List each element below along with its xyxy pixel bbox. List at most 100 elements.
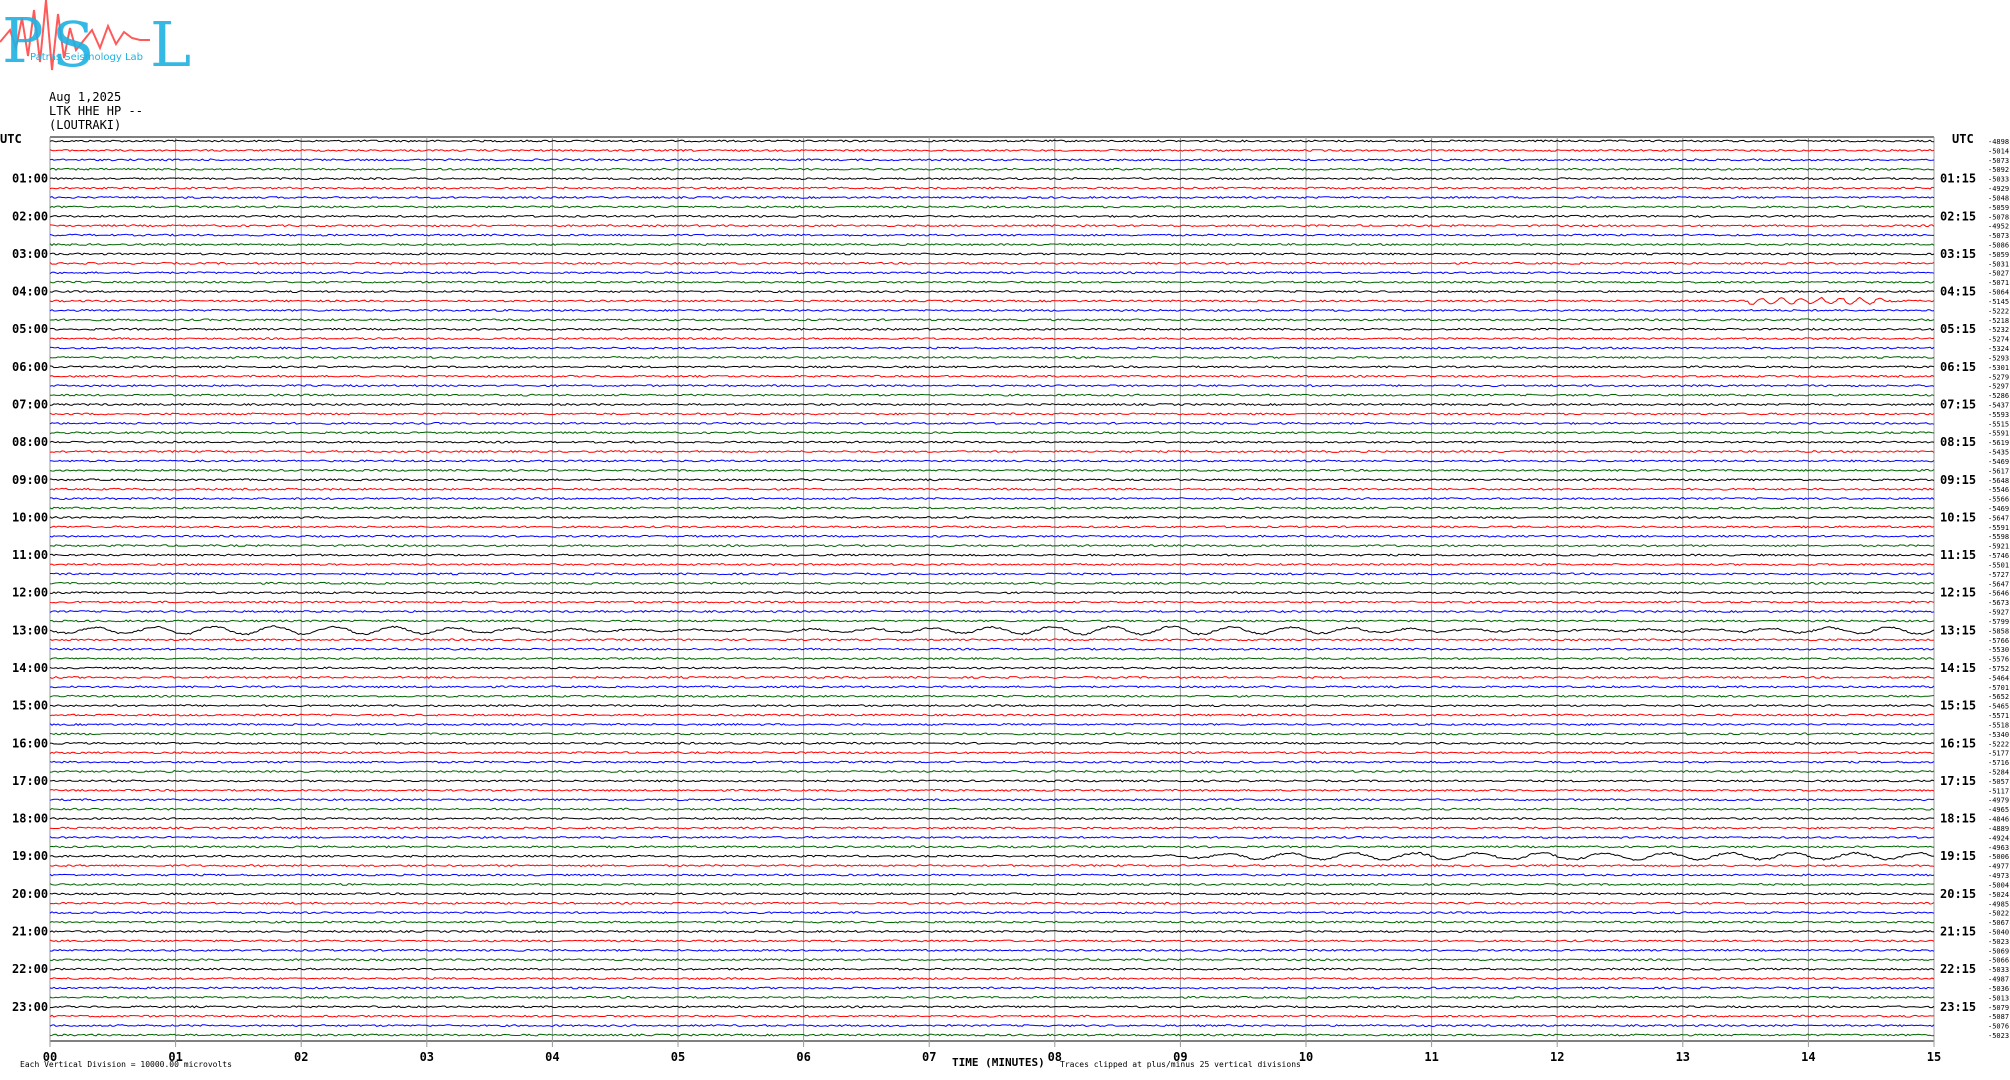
left-hour-label: 22:00 bbox=[12, 962, 48, 976]
seismic-trace bbox=[49, 355, 1935, 359]
trace-offset-label: -5593 bbox=[1988, 411, 2009, 419]
trace-offset-label: -5647 bbox=[1988, 514, 2009, 522]
seismic-trace bbox=[49, 609, 1935, 614]
right-hour-label: 11:15 bbox=[1940, 548, 1976, 562]
trace-offset-label: -5076 bbox=[1988, 1023, 2009, 1031]
seismic-trace bbox=[49, 600, 1935, 604]
trace-offset-label: -5546 bbox=[1988, 486, 2009, 494]
trace-offset-label: -4977 bbox=[1988, 863, 2009, 871]
right-hour-label: 17:15 bbox=[1940, 774, 1976, 788]
seismic-trace bbox=[49, 892, 1935, 896]
trace-offset-label: -5469 bbox=[1988, 458, 2009, 466]
right-hour-label: 15:15 bbox=[1940, 699, 1976, 713]
seismic-trace bbox=[49, 459, 1935, 463]
trace-offset-label: -5218 bbox=[1988, 317, 2009, 325]
left-hour-label: 12:00 bbox=[12, 586, 48, 600]
seismic-trace bbox=[49, 675, 1934, 679]
trace-offset-label: -5023 bbox=[1988, 938, 2009, 946]
left-hour-label: 19:00 bbox=[12, 849, 48, 863]
seismic-trace bbox=[49, 835, 1935, 839]
trace-offset-label: -5022 bbox=[1988, 910, 2009, 918]
seismic-trace bbox=[49, 534, 1935, 538]
seismic-trace bbox=[49, 365, 1935, 369]
left-hour-label: 17:00 bbox=[12, 774, 48, 788]
x-tick-label: 15 bbox=[1927, 1050, 1941, 1064]
trace-offset-label: -5086 bbox=[1988, 242, 2009, 250]
seismic-trace bbox=[49, 929, 1934, 934]
trace-offset-label: -4973 bbox=[1988, 872, 2009, 880]
seismic-trace bbox=[49, 327, 1935, 331]
seismic-trace bbox=[49, 224, 1935, 228]
seismic-trace bbox=[49, 562, 1935, 567]
right-hour-label: 23:15 bbox=[1940, 1000, 1976, 1014]
trace-offset-label: -5469 bbox=[1988, 505, 2009, 513]
x-tick-label: 12 bbox=[1550, 1050, 1564, 1064]
trace-offset-label: -5297 bbox=[1988, 383, 2009, 391]
x-tick-label: 04 bbox=[545, 1050, 559, 1064]
trace-offset-label: -5024 bbox=[1988, 891, 2009, 899]
x-tick-label: 03 bbox=[420, 1050, 434, 1064]
trace-offset-label: -5286 bbox=[1988, 392, 2009, 400]
seismic-trace bbox=[49, 911, 1935, 915]
trace-offset-label: -5073 bbox=[1988, 157, 2009, 165]
seismic-trace bbox=[49, 296, 1935, 306]
trace-offset-label: -5031 bbox=[1988, 260, 2009, 268]
seismic-trace bbox=[49, 625, 1935, 636]
trace-offset-label: -5222 bbox=[1988, 740, 2009, 748]
trace-offset-label: -5036 bbox=[1988, 985, 2009, 993]
trace-offset-label: -5673 bbox=[1988, 599, 2009, 607]
left-hour-label: 05:00 bbox=[12, 322, 48, 336]
seismic-trace bbox=[49, 167, 1935, 171]
left-hour-label: 21:00 bbox=[12, 924, 48, 938]
seismic-trace bbox=[49, 290, 1935, 294]
trace-offset-label: -5014 bbox=[1988, 147, 2009, 155]
trace-offset-label: -5571 bbox=[1988, 712, 2009, 720]
left-hour-label: 11:00 bbox=[12, 548, 48, 562]
right-hour-label: 02:15 bbox=[1940, 209, 1976, 223]
seismic-trace bbox=[49, 195, 1935, 199]
trace-offset-label: -5071 bbox=[1988, 279, 2009, 287]
trace-offset-label: -5646 bbox=[1988, 590, 2009, 598]
left-hour-label: 09:00 bbox=[12, 473, 48, 487]
left-hour-label: 01:00 bbox=[12, 172, 48, 186]
seismic-trace bbox=[49, 280, 1935, 284]
seismic-trace bbox=[49, 666, 1935, 670]
right-hour-label: 08:15 bbox=[1940, 435, 1976, 449]
seismic-trace bbox=[49, 826, 1935, 830]
footer-right-note: Traces clipped at plus/minus 25 vertical… bbox=[1060, 1060, 1301, 1069]
trace-offset-label: -4898 bbox=[1988, 138, 2009, 146]
seismic-trace bbox=[49, 487, 1935, 491]
seismic-trace bbox=[50, 572, 1935, 576]
trace-offset-label: -5648 bbox=[1988, 477, 2009, 485]
trace-offset-label: -5465 bbox=[1988, 703, 2009, 711]
right-hour-label: 03:15 bbox=[1940, 247, 1976, 261]
seismic-trace bbox=[49, 920, 1935, 924]
x-tick-label: 13 bbox=[1676, 1050, 1690, 1064]
x-tick-label: 05 bbox=[671, 1050, 685, 1064]
left-hour-label: 20:00 bbox=[12, 887, 48, 901]
right-hour-label: 07:15 bbox=[1940, 397, 1976, 411]
seismic-trace bbox=[49, 986, 1935, 990]
trace-offset-label: -5619 bbox=[1988, 439, 2009, 447]
left-hour-label: 14:00 bbox=[12, 661, 48, 675]
trace-offset-label: -5746 bbox=[1988, 552, 2009, 560]
trace-offset-label: -5799 bbox=[1988, 618, 2009, 626]
seismic-trace bbox=[49, 581, 1935, 585]
trace-offset-label: -5716 bbox=[1988, 759, 2009, 767]
trace-offset-label: -5515 bbox=[1988, 420, 2009, 428]
seismic-trace bbox=[49, 958, 1935, 962]
seismic-trace bbox=[49, 864, 1935, 868]
seismic-trace bbox=[49, 779, 1935, 783]
seismic-trace bbox=[49, 845, 1935, 849]
seismic-trace bbox=[49, 139, 1935, 143]
right-hour-label: 01:15 bbox=[1940, 172, 1976, 186]
right-hour-label: 12:15 bbox=[1940, 586, 1976, 600]
seismic-trace bbox=[49, 591, 1935, 595]
right-hour-label: 14:15 bbox=[1940, 661, 1976, 675]
seismic-trace bbox=[49, 741, 1935, 745]
seismic-trace bbox=[49, 1024, 1935, 1028]
seismic-trace bbox=[49, 769, 1935, 774]
x-tick-label: 10 bbox=[1299, 1050, 1313, 1064]
seismic-trace bbox=[50, 393, 1935, 397]
seismic-trace bbox=[49, 751, 1935, 755]
